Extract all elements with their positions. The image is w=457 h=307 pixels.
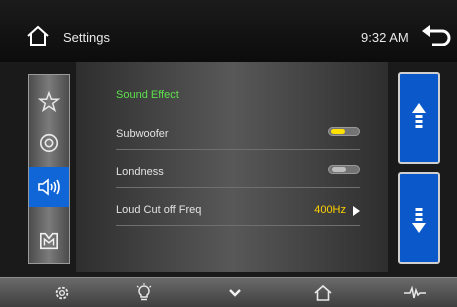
scroll-up-button[interactable]	[398, 72, 440, 164]
loud-cut-off-freq-row[interactable]: Loud Cut off Freq 400Hz	[116, 189, 360, 226]
header-bar: Settings 9:32 AM	[0, 0, 457, 62]
loudness-row[interactable]: Londness	[116, 151, 360, 188]
category-brand[interactable]	[29, 221, 69, 261]
target-icon	[39, 133, 59, 153]
settings-screen: Settings 9:32 AM Sound Effect Subwoofer …	[0, 0, 457, 307]
subwoofer-row[interactable]: Subwoofer	[116, 113, 360, 150]
scroll-down-button[interactable]	[398, 172, 440, 264]
home-icon	[314, 284, 332, 301]
subwoofer-toggle[interactable]	[328, 127, 360, 136]
section-title: Sound Effect	[116, 89, 179, 101]
settings-content: Sound Effect Subwoofer Londness Loud Cut…	[76, 62, 388, 272]
chevron-right-icon	[353, 206, 360, 216]
speaker-icon	[38, 178, 60, 196]
home-icon[interactable]	[26, 25, 50, 47]
freq-value: 400Hz	[314, 204, 346, 216]
row-label: Loud Cut off Freq	[116, 204, 202, 216]
logo-icon	[40, 232, 58, 250]
collapse-button[interactable]	[220, 282, 250, 304]
category-general[interactable]	[29, 123, 69, 163]
brightness-button[interactable]	[129, 282, 159, 304]
scroll-down-arrow-icon	[412, 208, 426, 233]
bottom-bar	[0, 277, 457, 307]
loudness-toggle[interactable]	[328, 165, 360, 174]
star-icon	[38, 91, 60, 113]
scroll-up-arrow-icon	[412, 103, 426, 128]
back-arrow-icon[interactable]	[420, 24, 452, 46]
category-panel	[28, 74, 70, 264]
page-title: Settings	[63, 30, 110, 45]
row-label: Subwoofer	[116, 128, 169, 140]
home-button[interactable]	[308, 282, 338, 304]
light-bulb-icon	[136, 283, 152, 301]
category-favorites[interactable]	[29, 82, 69, 122]
settings-gear-icon	[55, 286, 69, 300]
chevron-down-icon	[229, 289, 241, 297]
equalizer-icon	[404, 286, 426, 299]
clock: 9:32 AM	[361, 30, 409, 45]
settings-button[interactable]	[47, 282, 77, 304]
category-sound[interactable]	[29, 167, 69, 207]
equalizer-button[interactable]	[400, 282, 430, 304]
row-label: Londness	[116, 166, 164, 178]
